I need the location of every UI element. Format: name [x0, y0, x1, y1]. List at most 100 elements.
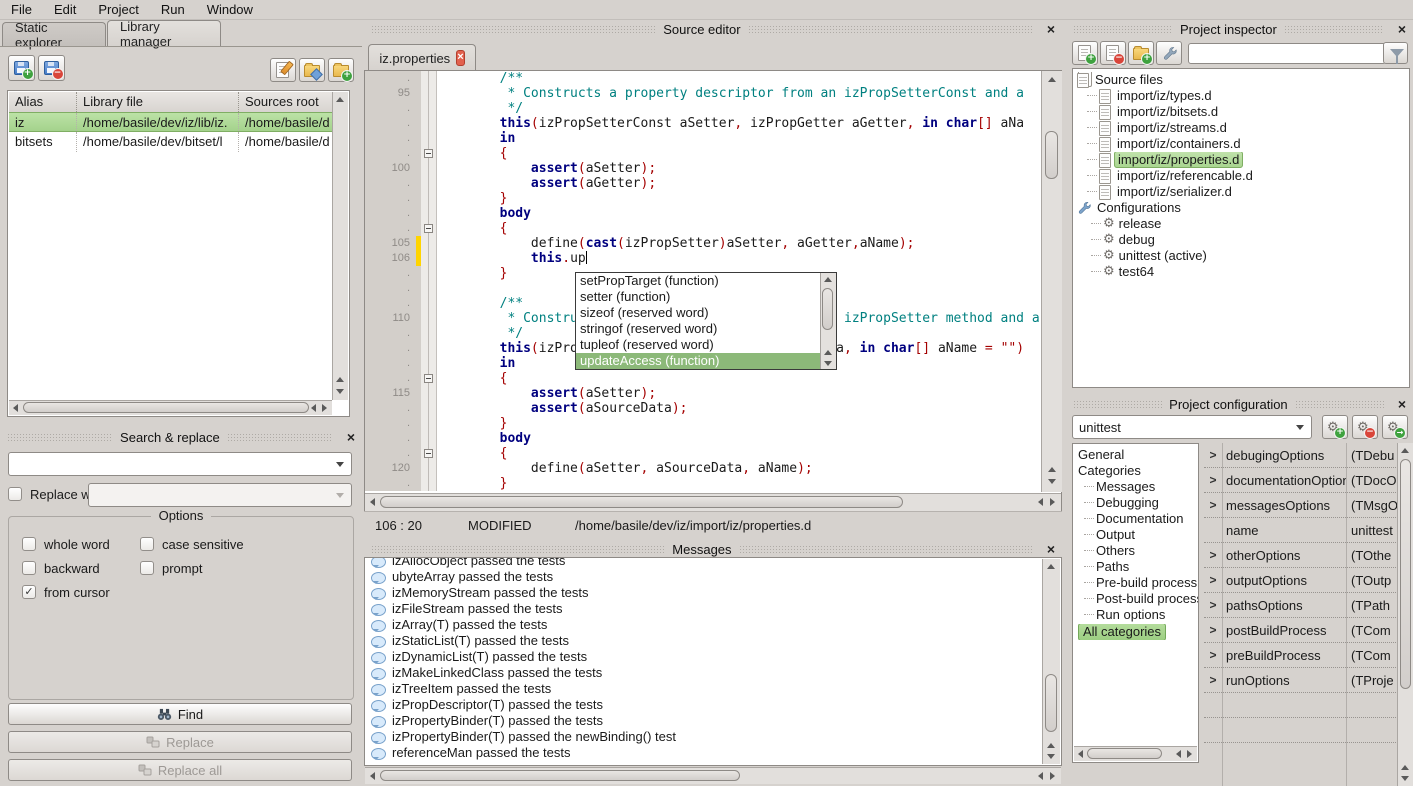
config-category-item[interactable]: Pre-build process — [1078, 575, 1198, 591]
col-alias[interactable]: Alias — [9, 92, 77, 112]
configuration-select[interactable]: unittest — [1072, 415, 1312, 439]
property-row[interactable]: >outputOptions(TOutp — [1204, 568, 1398, 593]
messages-hscrollbar[interactable] — [365, 767, 1061, 784]
close-icon[interactable]: × — [1398, 397, 1406, 411]
completion-item[interactable]: setPropTarget (function) — [576, 273, 821, 289]
grid-vscrollbar[interactable] — [1397, 443, 1413, 786]
table-vscrollbar[interactable] — [332, 92, 348, 400]
completion-item[interactable]: tupleof (reserved word) — [576, 337, 821, 353]
col-sources-root[interactable]: Sources root — [239, 92, 333, 112]
checkbox-backward[interactable] — [22, 561, 36, 575]
fold-collapse-icon[interactable] — [424, 374, 433, 383]
filter-button[interactable] — [1383, 42, 1408, 64]
tab-iz-properties[interactable]: iz.properties × — [368, 44, 476, 71]
property-row[interactable]: >messagesOptions(TMsgO — [1204, 493, 1398, 518]
add-folder-button[interactable]: + — [328, 58, 354, 82]
config-category-root[interactable]: Categories — [1078, 463, 1198, 479]
property-row[interactable]: >runOptions(TProje — [1204, 668, 1398, 693]
editor-vscrollbar[interactable] — [1041, 71, 1062, 492]
fold-collapse-icon[interactable] — [424, 224, 433, 233]
tree-item-file[interactable]: import/iz/bitsets.d — [1077, 104, 1409, 120]
row-expander-icon[interactable]: > — [1204, 673, 1222, 687]
tree-item-file[interactable]: import/iz/properties.d — [1077, 152, 1409, 168]
tree-item-configuration[interactable]: ⚙unittest (active) — [1077, 248, 1409, 264]
config-category-item[interactable]: Messages — [1078, 479, 1198, 495]
replace-with-checkbox[interactable] — [8, 487, 22, 501]
tree-item-source-files[interactable]: Source files — [1077, 72, 1409, 88]
message-item[interactable]: izPropertyBinder(T) passed the newBindin… — [365, 729, 1043, 745]
completion-item[interactable]: sizeof (reserved word) — [576, 305, 821, 321]
message-item[interactable]: izStaticList(T) passed the tests — [365, 633, 1043, 649]
checkbox-prompt[interactable] — [140, 561, 154, 575]
tree-item-file[interactable]: import/iz/types.d — [1077, 88, 1409, 104]
message-item[interactable]: izFileStream passed the tests — [365, 601, 1043, 617]
add-library-button[interactable]: + — [8, 55, 35, 81]
close-icon[interactable]: × — [347, 430, 355, 444]
tab-close-icon[interactable]: × — [456, 50, 464, 66]
tab-static-explorer[interactable]: Static explorer — [2, 22, 106, 47]
config-category-item[interactable]: Output — [1078, 527, 1198, 543]
message-item[interactable]: izPropDescriptor(T) passed the tests — [365, 697, 1043, 713]
property-row[interactable]: >otherOptions(TOthe — [1204, 543, 1398, 568]
menu-item-project[interactable]: Project — [87, 2, 149, 17]
tree-item-file[interactable]: import/iz/streams.d — [1077, 120, 1409, 136]
tree-item-file[interactable]: import/iz/containers.d — [1077, 136, 1409, 152]
message-item[interactable]: ubyteArray passed the tests — [365, 569, 1043, 585]
remove-source-button[interactable]: − — [1100, 41, 1126, 65]
row-expander-icon[interactable]: > — [1204, 548, 1222, 562]
config-category-item[interactable]: Debugging — [1078, 495, 1198, 511]
activate-configuration-button[interactable]: ⚙→ — [1382, 415, 1408, 439]
row-expander-icon[interactable]: > — [1204, 623, 1222, 637]
tree-item-file[interactable]: import/iz/referencable.d — [1077, 168, 1409, 184]
categories-hscrollbar[interactable] — [1074, 746, 1197, 761]
menu-item-edit[interactable]: Edit — [43, 2, 87, 17]
messages-vscrollbar[interactable] — [1042, 559, 1060, 764]
tree-item-file[interactable]: import/iz/serializer.d — [1077, 184, 1409, 200]
message-item[interactable]: izMemoryStream passed the tests — [365, 585, 1043, 601]
row-expander-icon[interactable]: > — [1204, 648, 1222, 662]
message-item[interactable]: referenceMan passed the tests — [365, 745, 1043, 761]
completion-item[interactable]: stringof (reserved word) — [576, 321, 821, 337]
property-row[interactable]: nameunittest — [1204, 518, 1398, 543]
config-category-item[interactable]: Run options — [1078, 607, 1198, 623]
config-category-item[interactable]: Others — [1078, 543, 1198, 559]
add-source-folder-button[interactable]: + — [1128, 41, 1154, 65]
row-expander-icon[interactable]: > — [1204, 498, 1222, 512]
replace-all-button[interactable]: Replace all — [8, 759, 352, 781]
completion-scrollbar[interactable] — [820, 273, 836, 369]
config-category-root[interactable]: General — [1078, 447, 1198, 463]
property-row[interactable]: >documentationOptions(TDocO — [1204, 468, 1398, 493]
remove-library-button[interactable]: − — [38, 55, 65, 81]
property-row[interactable]: >preBuildProcess(TCom — [1204, 643, 1398, 668]
property-row[interactable]: >postBuildProcess(TCom — [1204, 618, 1398, 643]
fold-collapse-icon[interactable] — [424, 449, 433, 458]
close-icon[interactable]: × — [1047, 542, 1055, 556]
inspector-filter-input[interactable] — [1188, 43, 1386, 64]
config-category-item[interactable]: Post-build process — [1078, 591, 1198, 607]
table-row[interactable]: bitsets/home/basile/dev/bitset/l/home/ba… — [9, 132, 333, 152]
col-library-file[interactable]: Library file — [77, 92, 239, 112]
completion-item[interactable]: setter (function) — [576, 289, 821, 305]
checkbox-whole-word[interactable] — [22, 537, 36, 551]
table-hscrollbar[interactable] — [9, 400, 332, 415]
tree-item-configurations[interactable]: Configurations — [1077, 200, 1409, 216]
message-item[interactable]: izArray(T) passed the tests — [365, 617, 1043, 633]
add-configuration-button[interactable]: ⚙+ — [1322, 415, 1348, 439]
project-settings-button[interactable] — [1156, 41, 1182, 65]
tree-item-configuration[interactable]: ⚙test64 — [1077, 264, 1409, 280]
menu-item-window[interactable]: Window — [196, 2, 264, 17]
replace-button[interactable]: Replace — [8, 731, 352, 753]
completion-item[interactable]: updateAccess (function) — [576, 353, 821, 369]
remove-configuration-button[interactable]: ⚙− — [1352, 415, 1378, 439]
all-categories-item[interactable]: All categories — [1078, 624, 1198, 640]
property-row[interactable]: >debugingOptions(TDebu — [1204, 443, 1398, 468]
message-item[interactable]: izTreeItem passed the tests — [365, 681, 1043, 697]
checkbox-from-cursor[interactable]: ✓ — [22, 585, 36, 599]
table-row[interactable]: iz/home/basile/dev/iz/lib/iz./home/basil… — [9, 112, 333, 132]
property-row[interactable]: >pathsOptions(TPath — [1204, 593, 1398, 618]
config-category-item[interactable]: Paths — [1078, 559, 1198, 575]
menu-item-file[interactable]: File — [0, 2, 43, 17]
menu-item-run[interactable]: Run — [150, 2, 196, 17]
editor-hscrollbar[interactable] — [365, 493, 1061, 511]
message-item[interactable]: izPropertyBinder(T) passed the tests — [365, 713, 1043, 729]
